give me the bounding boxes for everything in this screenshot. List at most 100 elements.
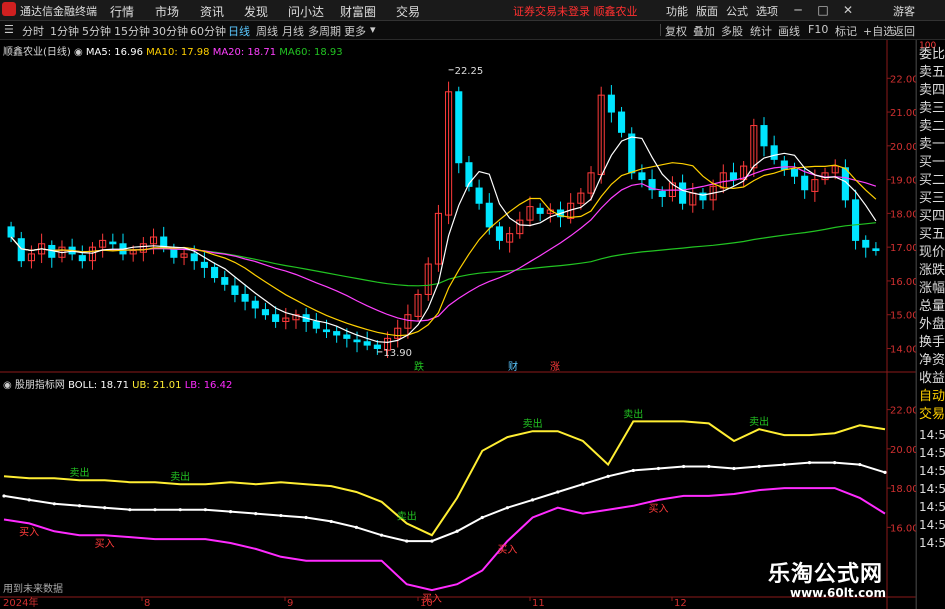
sidebar-price: 现价 — [919, 245, 945, 260]
y-tick-label: 14.00 — [890, 344, 919, 355]
event-marker: 涨 — [550, 361, 560, 373]
boll-point — [178, 508, 182, 512]
menu-discover[interactable]: 发现 — [244, 3, 268, 20]
boll-point — [732, 466, 736, 471]
indicator-title: 股朋指标网 — [14, 380, 65, 391]
tab-monthly[interactable]: 月线 — [282, 23, 304, 39]
btn-back[interactable]: 返回 — [893, 23, 915, 39]
btn-adjust[interactable]: 复权 — [665, 23, 687, 39]
x-tick-label: 12 — [674, 598, 687, 609]
menu-options[interactable]: 选项 — [756, 3, 778, 19]
sidebar-trade[interactable]: 交易 — [919, 407, 945, 423]
btn-stats[interactable]: 统计 — [750, 23, 772, 39]
menu-layout[interactable]: 版面 — [696, 3, 718, 19]
btn-overlay[interactable]: 叠加 — [693, 23, 715, 39]
menu-quotes[interactable]: 行情 — [110, 3, 134, 20]
high-price-label: 22.25 — [455, 66, 484, 77]
legend-lb: LB: 16.42 — [184, 380, 233, 391]
sell-signal: 卖出 — [170, 470, 190, 483]
legend-boll: BOLL: 18.71 — [68, 380, 129, 391]
legend-ma60: MA60: 18.93 — [279, 47, 343, 58]
tab-timeshare[interactable]: 分时 — [22, 23, 44, 39]
user-guest[interactable]: 游客 — [893, 3, 915, 19]
btn-draw[interactable]: 画线 — [778, 23, 800, 39]
sidebar-auto[interactable]: 自动 — [919, 389, 945, 405]
x-tick-label: 9 — [287, 598, 293, 609]
boll-point — [354, 525, 358, 529]
boll-point — [581, 482, 585, 486]
candle — [790, 168, 799, 177]
candle — [231, 285, 239, 295]
tab-30min[interactable]: 30分钟 — [152, 23, 188, 39]
y-tick-label: 21.00 — [890, 108, 919, 119]
toggle-icon[interactable]: ◉ — [74, 47, 83, 58]
tab-5min[interactable]: 5分钟 — [82, 23, 111, 39]
btn-mark[interactable]: 标记 — [835, 23, 857, 39]
candle — [221, 277, 229, 285]
tab-1min[interactable]: 1分钟 — [50, 23, 79, 39]
btn-add-watchlist[interactable]: +自选 — [863, 23, 894, 39]
tab-15min[interactable]: 15分钟 — [114, 23, 150, 39]
tab-more[interactable]: 更多 — [344, 23, 366, 39]
menu-wealth[interactable]: 财富圈 — [340, 3, 376, 20]
candle — [78, 255, 86, 262]
close-icon[interactable]: ✕ — [835, 1, 861, 19]
x-tick-label: 8 — [144, 598, 150, 609]
candle — [607, 94, 615, 113]
candle — [780, 160, 788, 170]
candlestick-chart[interactable]: 22.00 21.00 20.00 19.00 18.00 17.00 16.00 15.00… — [0, 40, 945, 609]
tick-time: 14:56 — [919, 536, 945, 550]
menu-ask[interactable]: 问小达 — [288, 3, 324, 20]
x-tick-label: 2024年 — [3, 596, 38, 609]
btn-multi-stock[interactable]: 多股 — [721, 23, 743, 39]
menu-news[interactable]: 资讯 — [200, 3, 224, 20]
sidebar-turnover: 换手 — [919, 335, 945, 350]
candle — [862, 239, 870, 248]
sidebar-weibi: 委比 — [919, 47, 945, 62]
chevron-down-icon[interactable]: ▾ — [370, 23, 376, 36]
buy-signal: 买入 — [648, 503, 668, 515]
sidebar-buy1: 买一 — [919, 155, 945, 170]
buy-signal: 买入 — [19, 526, 39, 538]
stock-title: 顺鑫农业(日线) — [3, 47, 71, 58]
maximize-icon[interactable]: □ — [810, 1, 836, 19]
sidebar-net-asset: 净资 — [919, 353, 945, 368]
boll-point — [279, 513, 283, 518]
legend-ma20: MA20: 18.71 — [212, 47, 277, 58]
tick-time: 14:56 — [919, 428, 945, 442]
menu-trade[interactable]: 交易 — [396, 3, 420, 20]
toggle-icon[interactable]: ◉ — [3, 380, 12, 391]
boll-point — [128, 508, 132, 512]
boll-point — [858, 462, 862, 467]
boll-point — [203, 508, 207, 512]
minimize-icon[interactable]: ─ — [785, 1, 811, 19]
candle — [475, 187, 483, 204]
tab-weekly[interactable]: 周线 — [256, 23, 278, 39]
sell-signal: 卖出 — [523, 417, 543, 430]
candle — [343, 334, 351, 339]
candle — [312, 320, 320, 329]
tab-multi-period[interactable]: 多周期 — [308, 23, 341, 39]
boll-point — [531, 498, 535, 502]
menu-formula[interactable]: 公式 — [726, 3, 748, 19]
menu-market[interactable]: 市场 — [155, 3, 179, 20]
sidebar-buy2: 买二 — [919, 173, 945, 188]
buy-signal: 买入 — [497, 544, 517, 556]
btn-f10[interactable]: F10 — [808, 23, 828, 36]
candle — [495, 226, 504, 241]
candle — [190, 253, 198, 262]
sell-signal: 卖出 — [397, 509, 417, 522]
candle — [211, 266, 219, 279]
boll-point — [782, 462, 786, 467]
candle — [658, 190, 666, 197]
x-tick-label: 11 — [532, 598, 545, 609]
boll-point — [505, 506, 510, 510]
boll-point — [656, 466, 661, 471]
y-tick-label: 22.00 — [890, 74, 919, 85]
y-tick-label: 15.00 — [890, 311, 919, 322]
tab-60min[interactable]: 60分钟 — [190, 23, 226, 39]
menu-function[interactable]: 功能 — [666, 3, 688, 19]
tab-daily[interactable]: 日线 — [228, 23, 250, 39]
pin-icon[interactable]: ☰ — [4, 23, 14, 36]
candle — [322, 329, 331, 333]
